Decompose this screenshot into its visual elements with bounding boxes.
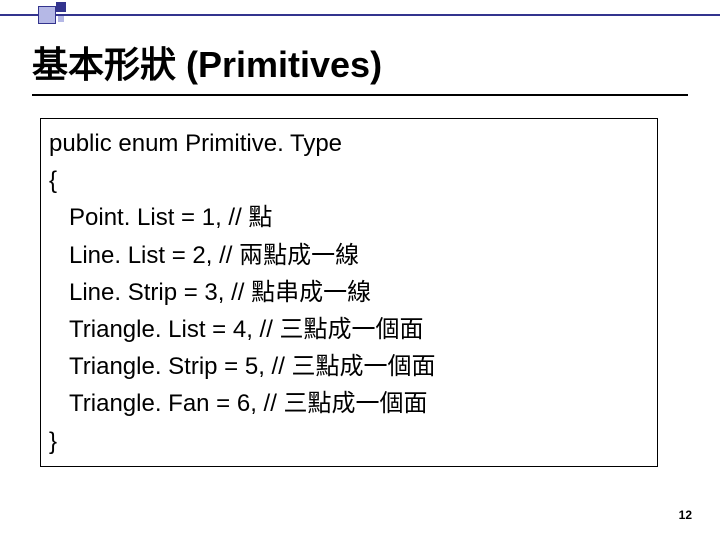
decoration-line bbox=[0, 14, 720, 16]
code-line: Triangle. List = 4, // 三點成一個面 bbox=[49, 311, 649, 348]
page-number: 12 bbox=[679, 508, 692, 522]
code-brace-close: } bbox=[49, 423, 649, 460]
slide-title: 基本形狀 (Primitives) bbox=[32, 36, 688, 96]
decoration-square-small bbox=[56, 2, 66, 12]
code-line: Triangle. Fan = 6, // 三點成一個面 bbox=[49, 385, 649, 422]
slide-top-decoration bbox=[0, 0, 720, 22]
code-declaration: public enum Primitive. Type bbox=[49, 125, 649, 162]
code-line: Triangle. Strip = 5, // 三點成一個面 bbox=[49, 348, 649, 385]
decoration-square-large bbox=[38, 6, 56, 24]
code-block: public enum Primitive. Type { Point. Lis… bbox=[40, 118, 658, 467]
code-line: Line. List = 2, // 兩點成一線 bbox=[49, 237, 649, 274]
code-line: Line. Strip = 3, // 點串成一線 bbox=[49, 274, 649, 311]
code-line: Point. List = 1, // 點 bbox=[49, 199, 649, 236]
code-brace-open: { bbox=[49, 162, 649, 199]
decoration-square-tiny bbox=[58, 16, 64, 22]
